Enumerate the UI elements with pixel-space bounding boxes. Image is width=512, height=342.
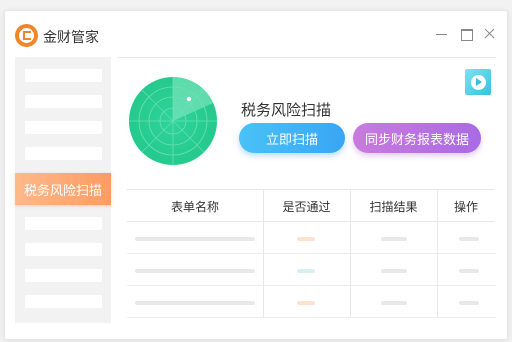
sidebar-item-placeholder[interactable]	[25, 95, 102, 108]
minimize-icon[interactable]	[435, 27, 449, 41]
column-header: 表单名称	[170, 199, 219, 214]
table-row[interactable]	[127, 222, 495, 254]
sidebar-item-placeholder[interactable]	[25, 269, 102, 282]
sidebar-item-placeholder[interactable]	[25, 147, 102, 160]
column-header: 是否通过	[282, 199, 331, 214]
scan-result-placeholder	[381, 237, 407, 241]
pass-status-badge	[297, 269, 315, 273]
table-header: 表单名称 是否通过 扫描结果 操作	[127, 189, 495, 222]
play-video-icon[interactable]	[465, 69, 491, 95]
table-row[interactable]	[127, 286, 495, 318]
pass-status-badge	[297, 237, 315, 241]
sidebar-item-placeholder[interactable]	[25, 295, 102, 308]
form-name-placeholder	[135, 237, 255, 241]
scan-result-placeholder	[381, 269, 407, 273]
maximize-icon[interactable]	[460, 27, 474, 41]
action-link[interactable]	[459, 301, 479, 305]
title-bar: 金财管家	[5, 11, 507, 57]
action-link[interactable]	[459, 237, 479, 241]
app-window: 金财管家 税务风险扫描 税务风险扫描 立即扫描 同步财务报表数据 表单名称 是否…	[4, 10, 508, 340]
scan-result-placeholder	[381, 301, 407, 305]
jincai-logo-icon	[15, 24, 38, 47]
sidebar: 税务风险扫描	[15, 57, 111, 323]
sidebar-item-tax-risk-scan[interactable]: 税务风险扫描	[15, 173, 111, 205]
form-name-placeholder	[135, 301, 255, 305]
column-divider	[350, 189, 351, 317]
column-divider	[437, 189, 438, 317]
app-title: 金财管家	[43, 30, 99, 46]
pass-status-badge	[297, 301, 315, 305]
sidebar-item-placeholder[interactable]	[25, 69, 102, 82]
sidebar-item-placeholder[interactable]	[25, 243, 102, 256]
radar-icon	[125, 73, 221, 169]
scan-title: 税务风险扫描	[241, 101, 332, 119]
sidebar-item-placeholder[interactable]	[25, 121, 102, 134]
column-header: 扫描结果	[369, 199, 418, 214]
column-header: 操作	[453, 199, 478, 214]
start-scan-button[interactable]: 立即扫描	[239, 123, 345, 153]
sidebar-item-placeholder[interactable]	[25, 217, 102, 230]
action-link[interactable]	[459, 269, 479, 273]
sync-financial-data-button[interactable]: 同步财务报表数据	[353, 123, 481, 153]
close-icon[interactable]	[483, 27, 497, 41]
content-divider	[118, 57, 496, 58]
column-divider	[263, 189, 264, 317]
table-row[interactable]	[127, 254, 495, 286]
form-name-placeholder	[135, 269, 255, 273]
